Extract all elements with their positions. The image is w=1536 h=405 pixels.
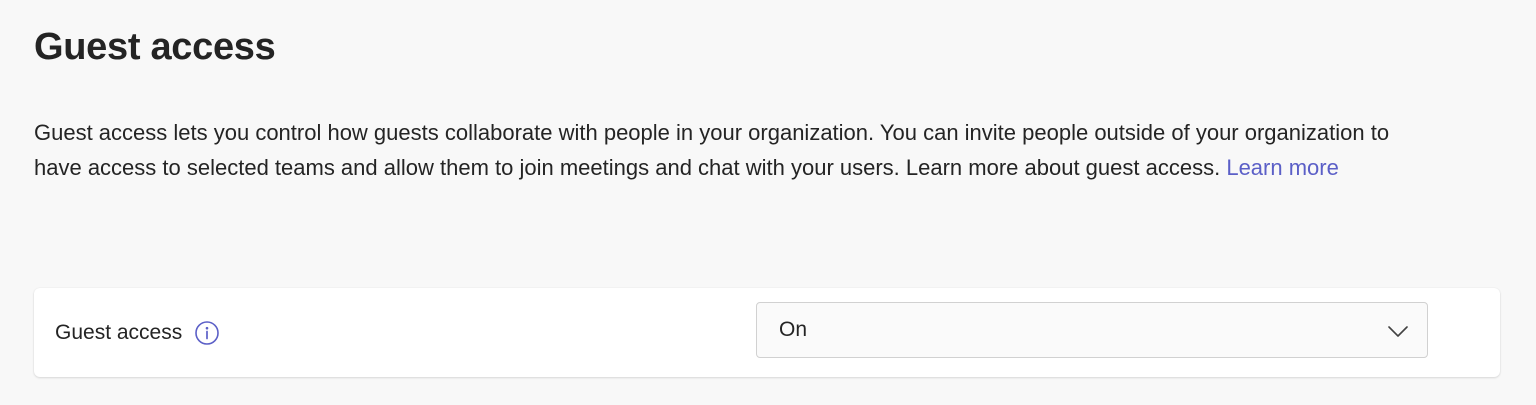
page-title: Guest access (34, 26, 276, 68)
info-icon[interactable] (194, 320, 220, 346)
dropdown-selected-value: On (779, 318, 808, 341)
guest-access-page: Guest access Guest access lets you contr… (0, 0, 1536, 405)
page-description: Guest access lets you control how guests… (34, 115, 1394, 185)
description-text: Guest access lets you control how guests… (34, 120, 1390, 180)
guest-access-setting-card: Guest access On (34, 288, 1500, 377)
setting-label: Guest access (55, 320, 183, 344)
chevron-down-icon (1387, 320, 1409, 342)
guest-access-dropdown[interactable]: On (756, 302, 1428, 358)
setting-label-group: Guest access (55, 288, 220, 377)
learn-more-link[interactable]: Learn more (1226, 155, 1339, 180)
